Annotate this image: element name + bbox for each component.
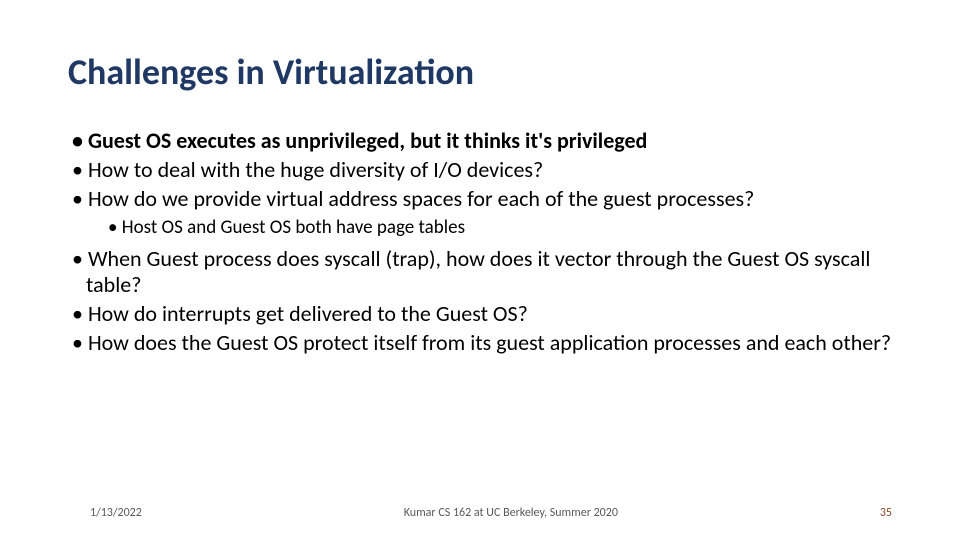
bullet-6: How does the Guest OS protect itself fro… bbox=[68, 330, 892, 357]
slide: Challenges in Virtualization Guest OS ex… bbox=[0, 0, 960, 540]
bullet-3: How do we provide virtual address spaces… bbox=[68, 186, 892, 213]
footer: 1/13/2022 Kumar CS 162 at UC Berkeley, S… bbox=[0, 506, 960, 520]
bullet-1: Guest OS executes as unprivileged, but i… bbox=[68, 128, 892, 155]
footer-center: Kumar CS 162 at UC Berkeley, Summer 2020 bbox=[142, 506, 880, 520]
bullet-5: How do interrupts get delivered to the G… bbox=[68, 301, 892, 328]
slide-title: Challenges in Virtualization bbox=[68, 50, 892, 94]
bullet-4: When Guest process does syscall (trap), … bbox=[68, 246, 892, 300]
bullet-2: How to deal with the huge diversity of I… bbox=[68, 157, 892, 184]
footer-page-number: 35 bbox=[880, 506, 892, 520]
slide-body: Guest OS executes as unprivileged, but i… bbox=[68, 128, 892, 357]
footer-date: 1/13/2022 bbox=[90, 506, 142, 520]
bullet-3a: Host OS and Guest OS both have page tabl… bbox=[68, 216, 892, 239]
